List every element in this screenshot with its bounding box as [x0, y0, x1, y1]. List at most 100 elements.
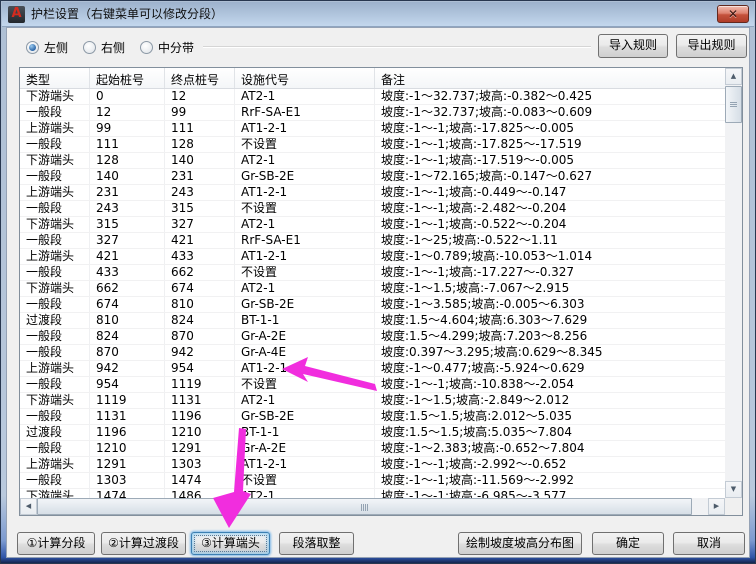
table-row[interactable]: 一般段12101291Gr-A-2E坡度:-1～2.383;坡高:-0.652～…	[20, 441, 725, 457]
table-cell: 坡度:1.5～4.299;坡高:7.203～8.256	[375, 329, 725, 344]
table-cell: Gr-SB-2E	[235, 169, 375, 184]
table-row[interactable]: 上游端头12911303AT1-2-1坡度:-1～-1;坡高:-2.992～-0…	[20, 457, 725, 473]
table-row[interactable]: 一般段111128不设置坡度:-1～-1;坡高:-17.825～-17.519	[20, 137, 725, 153]
radio-median[interactable]: 中分带	[140, 39, 194, 56]
table-cell: BT-1-1	[235, 425, 375, 440]
horizontal-scrollbar: ◀ ▶	[20, 498, 725, 515]
table-cell: 12	[90, 105, 165, 120]
table-row[interactable]: 一般段243315不设置坡度:-1～-1;坡高:-2.482～-0.204	[20, 201, 725, 217]
ok-button[interactable]: 确定	[592, 532, 664, 555]
table-cell: AT1-2-1	[235, 457, 375, 472]
table-row[interactable]: 一般段674810Gr-SB-2E坡度:-1～3.585;坡高:-0.005～6…	[20, 297, 725, 313]
table-cell: 一般段	[20, 329, 90, 344]
draw-slope-chart-button[interactable]: 绘制坡度坡高分布图	[458, 532, 582, 555]
scroll-right-icon[interactable]: ▶	[708, 498, 725, 515]
table-cell: 一般段	[20, 265, 90, 280]
table-cell: AT2-1	[235, 489, 375, 498]
table-cell: 433	[165, 249, 235, 264]
radio-unselected-icon	[83, 41, 96, 54]
table-cell: 坡度:-1～-1;坡高:-17.825～-0.005	[375, 121, 725, 136]
table-cell: RrF-SA-E1	[235, 233, 375, 248]
vertical-scrollbar-thumb[interactable]	[725, 86, 742, 123]
table-cell: 1474	[165, 473, 235, 488]
table-cell: 过渡段	[20, 313, 90, 328]
table-row[interactable]: 一般段433662不设置坡度:-1～-1;坡高:-17.227～-0.327	[20, 265, 725, 281]
table-row[interactable]: 下游端头128140AT2-1坡度:-1～-1;坡高:-17.519～-0.00…	[20, 153, 725, 169]
table-cell: 坡度:-1～-1;坡高:-0.449～-0.147	[375, 185, 725, 200]
table-row[interactable]: 下游端头662674AT2-1坡度:-1～1.5;坡高:-7.067～2.915	[20, 281, 725, 297]
table-cell: 99	[90, 121, 165, 136]
table-cell: 不设置	[235, 473, 375, 488]
table-cell: 128	[165, 137, 235, 152]
round-paragraph-button[interactable]: 段落取整	[279, 532, 354, 555]
table-row[interactable]: 下游端头14741486AT2-1坡度:-1～-1;坡高:-6.985～-3.5…	[20, 489, 725, 498]
table-cell: 231	[165, 169, 235, 184]
table-cell: 128	[90, 153, 165, 168]
table-cell: Gr-A-4E	[235, 345, 375, 360]
table-row[interactable]: 一般段327421RrF-SA-E1坡度:-1～25;坡高:-0.522～1.1…	[20, 233, 725, 249]
radio-right-side[interactable]: 右侧	[83, 39, 125, 56]
table-cell: 0	[90, 89, 165, 104]
table-row[interactable]: 上游端头942954AT1-2-1坡度:-1～0.477;坡高:-5.924～0…	[20, 361, 725, 377]
table-cell: 一般段	[20, 137, 90, 152]
table-cell: 1210	[90, 441, 165, 456]
export-rules-button[interactable]: 导出规则	[676, 34, 747, 58]
column-header-end-station[interactable]: 终点桩号	[165, 68, 235, 88]
table-cell: AT1-2-1	[235, 185, 375, 200]
table-cell: 1131	[90, 409, 165, 424]
scroll-up-icon[interactable]: ▲	[725, 68, 742, 85]
table-cell: Gr-SB-2E	[235, 409, 375, 424]
table-row[interactable]: 一般段9541119不设置坡度:-1～-1;坡高:-10.838～-2.054	[20, 377, 725, 393]
table-row[interactable]: 上游端头421433AT1-2-1坡度:-1～0.789;坡高:-10.053～…	[20, 249, 725, 265]
table-cell: 不设置	[235, 201, 375, 216]
scroll-left-icon[interactable]: ◀	[20, 498, 37, 515]
table-row[interactable]: 一般段13031474不设置坡度:-1～-1;坡高:-11.569～-2.992	[20, 473, 725, 489]
column-header-type[interactable]: 类型	[20, 68, 90, 88]
table-cell: 上游端头	[20, 121, 90, 136]
app-icon: A	[8, 6, 25, 23]
table-row[interactable]: 上游端头231243AT1-2-1坡度:-1～-1;坡高:-0.449～-0.1…	[20, 185, 725, 201]
cancel-button[interactable]: 取消	[673, 532, 745, 555]
horizontal-scrollbar-thumb[interactable]	[37, 498, 692, 515]
table-row[interactable]: 一般段140231Gr-SB-2E坡度:-1～72.165;坡高:-0.147～…	[20, 169, 725, 185]
table-cell: 1486	[165, 489, 235, 498]
table-row[interactable]: 一般段1299RrF-SA-E1坡度:-1～32.737;坡高:-0.083～0…	[20, 105, 725, 121]
table-row[interactable]: 一般段824870Gr-A-2E坡度:1.5～4.299;坡高:7.203～8.…	[20, 329, 725, 345]
table-cell: AT1-2-1	[235, 361, 375, 376]
calc-segments-button[interactable]: ①计算分段	[17, 532, 95, 555]
table-cell: 111	[165, 121, 235, 136]
table-cell: 140	[165, 153, 235, 168]
table-row[interactable]: 一般段870942Gr-A-4E坡度:0.397～3.295;坡高:0.629～…	[20, 345, 725, 361]
table-cell: 坡度:-1～32.737;坡高:-0.382～0.425	[375, 89, 725, 104]
table-row[interactable]: 上游端头99111AT1-2-1坡度:-1～-1;坡高:-17.825～-0.0…	[20, 121, 725, 137]
table-cell: 942	[90, 361, 165, 376]
table-cell: 99	[165, 105, 235, 120]
dialog-body: 左侧 右侧 中分带 导入规则 导出规则 类型 起始桩号 终点桩号 设施代号 备注…	[6, 27, 750, 558]
calc-ends-button[interactable]: ③计算端头	[191, 532, 270, 555]
table-cell: 坡度:-1～-1;坡高:-6.985～-3.577	[375, 489, 725, 498]
table-cell: 一般段	[20, 169, 90, 184]
table-row[interactable]: 一般段11311196Gr-SB-2E坡度:1.5～1.5;坡高:2.012～5…	[20, 409, 725, 425]
column-header-facility-code[interactable]: 设施代号	[235, 68, 375, 88]
table-cell: Gr-SB-2E	[235, 297, 375, 312]
table-cell: 坡度:-1～-1;坡高:-17.825～-17.519	[375, 137, 725, 152]
table-row[interactable]: 下游端头315327AT2-1坡度:-1～-1;坡高:-0.522～-0.204	[20, 217, 725, 233]
table-cell: 坡度:-1～-1;坡高:-17.519～-0.005	[375, 153, 725, 168]
title-bar[interactable]: A 护栏设置（右键菜单可以修改分段） ✕	[2, 2, 754, 27]
table-row[interactable]: 过渡段11961210BT-1-1坡度:1.5～1.5;坡高:5.035～7.8…	[20, 425, 725, 441]
calc-transitions-button[interactable]: ②计算过渡段	[101, 532, 186, 555]
column-header-remark[interactable]: 备注	[375, 68, 725, 88]
table-row[interactable]: 下游端头012AT2-1坡度:-1～32.737;坡高:-0.382～0.425	[20, 89, 725, 105]
table-row[interactable]: 下游端头11191131AT2-1坡度:-1～1.5;坡高:-2.849～2.0…	[20, 393, 725, 409]
table-row[interactable]: 过渡段810824BT-1-1坡度:1.5～4.604;坡高:6.303～7.6…	[20, 313, 725, 329]
table-cell: AT2-1	[235, 217, 375, 232]
table-cell: 674	[90, 297, 165, 312]
radio-left-side[interactable]: 左侧	[26, 39, 68, 56]
import-rules-button[interactable]: 导入规则	[598, 34, 668, 58]
table-cell: 坡度:-1～-1;坡高:-17.227～-0.327	[375, 265, 725, 280]
table-cell: Gr-A-2E	[235, 329, 375, 344]
close-button[interactable]: ✕	[717, 5, 749, 23]
scroll-down-icon[interactable]: ▼	[725, 481, 742, 498]
table-cell: 1291	[165, 441, 235, 456]
column-header-start-station[interactable]: 起始桩号	[90, 68, 165, 88]
